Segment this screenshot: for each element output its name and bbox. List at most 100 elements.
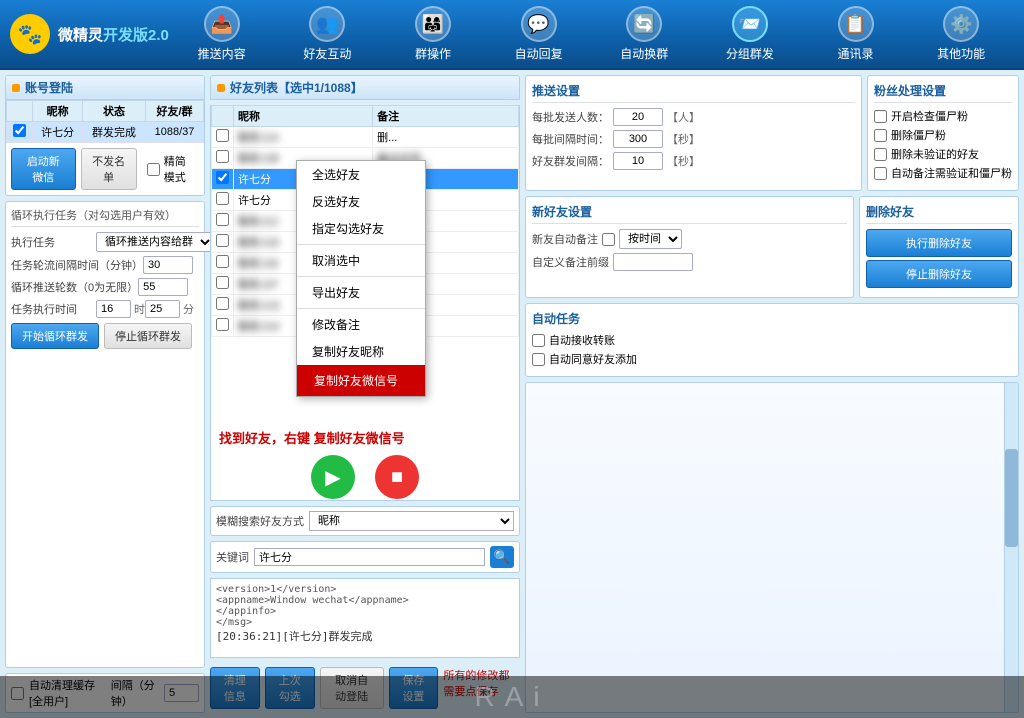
- stop-send-button[interactable]: ■ 停止群发: [375, 455, 419, 501]
- friend-checkbox[interactable]: [216, 255, 229, 268]
- menu-copy-nickname[interactable]: 复制好友昵称: [297, 338, 425, 365]
- fan-label-1: 开启检查僵尸粉: [891, 108, 968, 124]
- friend-row[interactable]: 联系人A 删...: [212, 127, 519, 148]
- top-navigation: 🐾 微精灵开发版2.0 📤 推送内容 👥 好友互动 👨‍👩‍👧 群操作 💬 自动…: [0, 0, 1024, 70]
- group-send-row: ▶ 单次群发 ■ 停止群发: [211, 450, 519, 501]
- new-friend-prefix-row: 自定义备注前缀: [532, 253, 847, 271]
- start-cycle-button[interactable]: 开始循环群发: [11, 323, 99, 349]
- auto-follow-icon: 🔄: [626, 6, 662, 42]
- scrollbar-thumb[interactable]: [1005, 449, 1018, 548]
- fan-cb-2[interactable]: [874, 129, 887, 142]
- exec-delete-button[interactable]: 执行删除好友: [866, 229, 1012, 257]
- auto-task-label-1: 自动接收转账: [549, 332, 615, 348]
- friend-checkbox[interactable]: [216, 150, 229, 163]
- push-icon: 📤: [204, 6, 240, 42]
- new-friend-note-cb[interactable]: [602, 233, 615, 246]
- col-friends: 好友/群: [146, 101, 204, 122]
- group-icon: 👨‍👩‍👧: [415, 6, 451, 42]
- last-check-button[interactable]: 上次勾选: [265, 667, 315, 709]
- nav-auto-reply-label: 自动回复: [515, 45, 563, 62]
- menu-invert-select[interactable]: 反选好友: [297, 188, 425, 215]
- account-table: 昵称 状态 好友/群 许七分 群发完成 1088/37: [6, 100, 204, 143]
- fan-cb-1[interactable]: [874, 110, 887, 123]
- interval-input[interactable]: [143, 256, 193, 274]
- push-friend-interval-input[interactable]: [613, 152, 663, 170]
- push-interval-input[interactable]: [613, 130, 663, 148]
- cycle-rounds-input[interactable]: [138, 278, 188, 296]
- account-section-title: 账号登陆: [6, 76, 204, 100]
- menu-copy-wechat-id[interactable]: 复制好友微信号: [297, 365, 425, 396]
- nav-group-send[interactable]: 📨 分组群发: [715, 1, 785, 67]
- search-type-select[interactable]: 昵称: [309, 511, 514, 531]
- friend-checkbox[interactable]: [216, 318, 229, 331]
- keyword-input[interactable]: [254, 548, 485, 566]
- push-settings-title: 推送设置: [532, 82, 855, 103]
- fan-cb-4[interactable]: [874, 167, 887, 180]
- log-line-4: </msg>: [216, 617, 514, 628]
- menu-export[interactable]: 导出好友: [297, 279, 425, 306]
- search-button[interactable]: 🔍: [490, 546, 514, 568]
- account-name: 许七分: [33, 122, 83, 143]
- friend-checkbox[interactable]: [216, 192, 229, 205]
- stop-cycle-button[interactable]: 停止循环群发: [104, 323, 192, 349]
- right-panel: 推送设置 每批发送人数： 【人】 每批间隔时间： 【秒】 好友群发间隔： 【秒】: [525, 75, 1019, 713]
- nav-friend[interactable]: 👥 好友互动: [292, 1, 362, 67]
- nav-group-label: 群操作: [415, 45, 451, 62]
- auto-clean-value[interactable]: [164, 684, 199, 702]
- friend-checkbox[interactable]: [216, 297, 229, 310]
- content-area: [525, 382, 1019, 713]
- col-status: 状态: [83, 101, 146, 122]
- middle-panel: 好友列表【选中1/1088】 昵称 备注 联系人A: [210, 75, 520, 713]
- push-count-input[interactable]: [613, 108, 663, 126]
- account-check[interactable]: [7, 122, 33, 143]
- clear-info-button[interactable]: 清理信息: [210, 667, 260, 709]
- menu-edit-note[interactable]: 修改备注: [297, 311, 425, 338]
- new-friend-prefix-input[interactable]: [613, 253, 693, 271]
- friend-list-container: 昵称 备注 联系人A 删... 联系人B 备注文字: [210, 105, 520, 501]
- auto-clean-checkbox[interactable]: [11, 687, 24, 700]
- interval-row: 任务轮流间隔时间（分钟）: [11, 256, 199, 274]
- nav-contacts[interactable]: 📋 通讯录: [821, 1, 891, 67]
- exec-time-hour-input[interactable]: [96, 300, 131, 318]
- new-friend-note-select[interactable]: 按时间: [619, 229, 682, 249]
- auto-clean-interval-label: 间隔（分钟）: [111, 677, 159, 709]
- auto-task-cb-1[interactable]: [532, 334, 545, 347]
- menu-specify-select[interactable]: 指定勾选好友: [297, 215, 425, 242]
- friend-checkbox[interactable]: [216, 213, 229, 226]
- friend-checkbox[interactable]: [216, 129, 229, 142]
- no-list-button[interactable]: 不发名单: [81, 148, 137, 190]
- friend-checkbox[interactable]: [216, 171, 229, 184]
- save-settings-button[interactable]: 保存设置: [389, 667, 439, 709]
- stop-delete-button[interactable]: 停止删除好友: [866, 260, 1012, 288]
- fan-cb-3[interactable]: [874, 148, 887, 161]
- nav-group[interactable]: 👨‍👩‍👧 群操作: [398, 1, 468, 67]
- cancel-login-button[interactable]: 取消自动登陆: [320, 667, 384, 709]
- slim-mode-label: 精简模式: [164, 153, 194, 185]
- friend-checkbox[interactable]: [216, 234, 229, 247]
- bottom-action-row: 清理信息 上次勾选 取消自动登陆 保存设置 所有的修改都需要点保存: [210, 663, 520, 713]
- nav-other[interactable]: ⚙️ 其他功能: [926, 1, 996, 67]
- menu-cancel-select[interactable]: 取消选中: [297, 247, 425, 274]
- auto-task-cb-2[interactable]: [532, 353, 545, 366]
- scrollbar[interactable]: [1004, 383, 1018, 712]
- auto-task-item-2: 自动同意好友添加: [532, 351, 1012, 367]
- start-wechat-button[interactable]: 启动新微信: [11, 148, 76, 190]
- friend-table-wrapper[interactable]: 昵称 备注 联系人A 删... 联系人B 备注文字: [211, 105, 519, 425]
- slim-mode-checkbox[interactable]: [147, 163, 160, 176]
- task-select[interactable]: 循环推送内容给群: [96, 232, 214, 252]
- exec-time-min-input[interactable]: [145, 300, 180, 318]
- task-label: 执行任务: [11, 234, 96, 250]
- context-menu: 全选好友 反选好友 指定勾选好友 取消选中 导出好友 修改备注 复制好友昵称 复…: [296, 160, 426, 397]
- menu-select-all[interactable]: 全选好友: [297, 161, 425, 188]
- account-row[interactable]: 许七分 群发完成 1088/37: [7, 122, 204, 143]
- nav-push[interactable]: 📤 推送内容: [187, 1, 257, 67]
- nav-friend-label: 好友互动: [303, 45, 351, 62]
- single-send-button[interactable]: ▶ 单次群发: [311, 455, 355, 501]
- push-friend-interval-unit: 【秒】: [667, 153, 700, 169]
- delete-friend-section: 删除好友 执行删除好友 停止删除好友: [859, 196, 1019, 298]
- cycle-rounds-row: 循环推送轮数（0为无限）: [11, 278, 199, 296]
- nav-auto-follow[interactable]: 🔄 自动换群: [609, 1, 679, 67]
- friend-checkbox[interactable]: [216, 276, 229, 289]
- nav-auto-reply[interactable]: 💬 自动回复: [504, 1, 574, 67]
- slim-mode-row: 精简模式: [142, 148, 199, 190]
